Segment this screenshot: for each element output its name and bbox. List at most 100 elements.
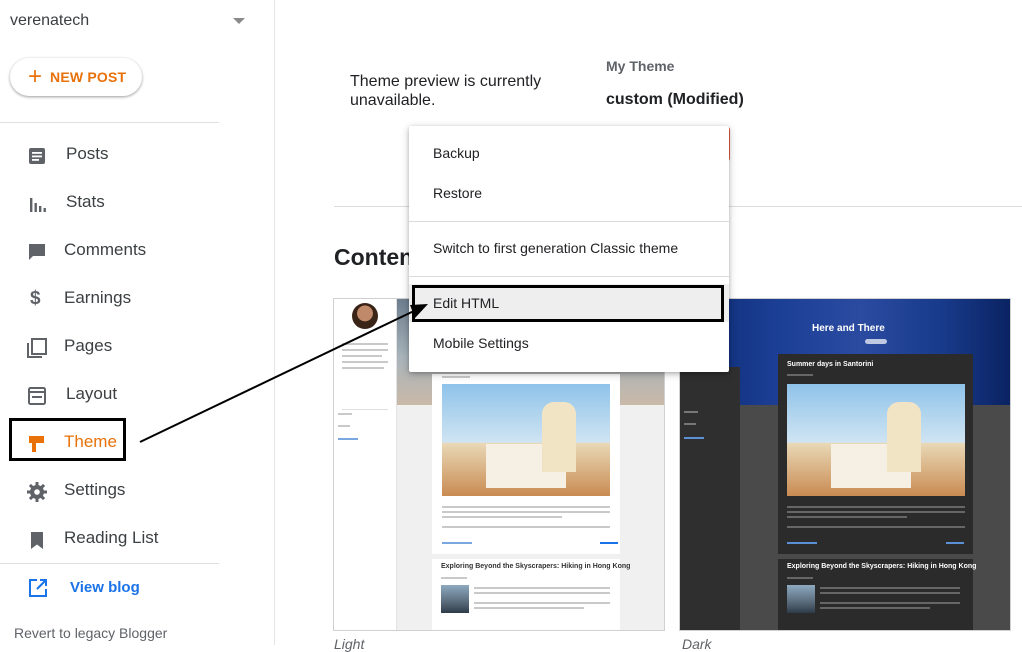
thumb-text-line [474,607,584,609]
sidebar-item-stats[interactable]: Stats [0,183,230,223]
thumb-post-title: Exploring Beyond the Skyscrapers: Hiking… [787,563,977,570]
menu-item-label: Backup [433,145,480,161]
sidebar-divider [0,122,219,123]
stats-icon [30,198,46,212]
thumb-link-line [946,542,964,544]
menu-separator [409,276,729,277]
menu-item-backup[interactable]: Backup [409,134,729,172]
thumb-text-line [787,511,965,513]
sidebar: verenatech + NEW POST Posts Stats Commen… [0,0,275,645]
thumb-link-line [684,437,704,439]
blog-switcher-caret-icon[interactable] [233,18,245,24]
menu-separator [409,221,729,222]
theme-caption-dark: Dark [682,636,712,652]
thumb-text-line [684,423,696,425]
sidebar-item-layout[interactable]: Layout [0,375,230,415]
thumb-sidebar [680,367,740,630]
menu-item-switch-classic-theme[interactable]: Switch to first generation Classic theme [409,229,729,267]
thumb-post-title: Exploring Beyond the Skyscrapers: Hiking… [441,563,631,570]
thumb-post-card: Exploring Beyond the Skyscrapers: Hiking… [432,559,630,630]
sidebar-divider [0,563,219,564]
current-theme-name: custom (Modified) [606,91,744,108]
thumb-sidebar [334,299,397,630]
thumb-text-line [442,516,562,518]
thumb-text-line [342,355,382,357]
sidebar-item-earnings[interactable]: $ Earnings [0,279,230,319]
thumb-post-image [442,384,610,496]
theme-preview-message: Theme preview is currently unavailable. [350,73,542,109]
thumb-post-image [441,585,469,613]
thumb-header-pill [865,339,887,344]
new-post-label: NEW POST [50,69,127,85]
posts-icon [29,148,45,164]
bookmark-icon [31,532,43,549]
thumb-text-line [684,411,698,413]
thumb-post-image [787,384,965,496]
sidebar-item-comments[interactable]: Comments [0,231,230,271]
thumb-text-line [787,516,907,518]
thumb-text-line [342,361,388,363]
new-post-button[interactable]: + NEW POST [10,58,142,96]
menu-item-mobile-settings[interactable]: Mobile Settings [409,324,729,362]
sidebar-item-reading-list[interactable]: Reading List [0,519,230,559]
menu-item-label: Restore [433,185,483,201]
thumb-text-line [474,587,610,589]
view-blog-label: View blog [70,579,140,596]
thumb-text-line [474,602,610,604]
thumb-text-line [820,592,960,594]
thumb-post-title: Summer days in Santorini [787,361,874,368]
sidebar-item-settings[interactable]: Settings [0,471,230,511]
menu-item-restore[interactable]: Restore [409,174,729,212]
comments-icon [29,244,45,260]
sidebar-item-posts[interactable]: Posts [0,135,230,175]
thumb-text-line [474,592,610,594]
thumb-post-card [432,374,620,554]
thumb-text-line [787,374,813,376]
view-blog-link[interactable]: View blog [0,570,219,606]
thumb-text-line [442,511,610,513]
thumb-link-line [600,542,618,544]
thumb-text-line [787,506,965,508]
sidebar-item-label: Settings [64,480,126,499]
thumb-text-line [442,526,610,528]
thumb-text-line [442,506,610,508]
sidebar-item-label: Pages [64,336,113,355]
thumb-text-line [787,577,813,579]
theme-card-dark[interactable]: Here and There Summer days in Santorini … [680,299,1010,630]
thumb-text-line [342,349,388,351]
thumb-text-line [342,367,384,369]
sidebar-item-label: Reading List [64,528,159,547]
thumb-post-image [787,585,815,613]
thumb-text-line [820,587,960,589]
avatar [352,303,378,329]
layout-icon [28,387,46,405]
thumb-text-line [820,607,930,609]
theme-caption-light: Light [334,636,365,652]
sidebar-item-label: Stats [66,192,105,211]
thumb-post-card: Exploring Beyond the Skyscrapers: Hiking… [778,559,977,630]
thumb-windmill-shape [542,402,576,472]
thumb-text-line [342,343,388,345]
thumb-text-line [820,602,960,604]
thumb-text-line [338,413,352,415]
open-in-new-icon [29,579,47,597]
thumb-blog-title: Here and There [812,323,885,334]
thumb-text-line [441,577,467,579]
thumb-link-line [787,542,817,544]
thumb-link-line [338,438,358,440]
sidebar-item-label: Posts [66,144,109,163]
sidebar-item-pages[interactable]: Pages [0,327,230,367]
dollar-icon: $ [30,288,41,309]
thumb-text-line [442,376,470,378]
thumb-text-line [338,425,350,427]
menu-item-label: Switch to first generation Classic theme [433,240,679,256]
section-title: Conten [334,244,414,270]
blog-name[interactable]: verenatech [10,12,89,30]
gear-icon [27,482,47,502]
thumb-link-line [442,542,472,544]
sidebar-item-label: Comments [64,240,147,259]
thumb-windmill-shape [887,402,921,472]
revert-legacy-link[interactable]: Revert to legacy Blogger [14,625,167,641]
annotation-highlight-theme [9,418,126,461]
thumb-post-card: Summer days in Santorini [778,354,973,554]
